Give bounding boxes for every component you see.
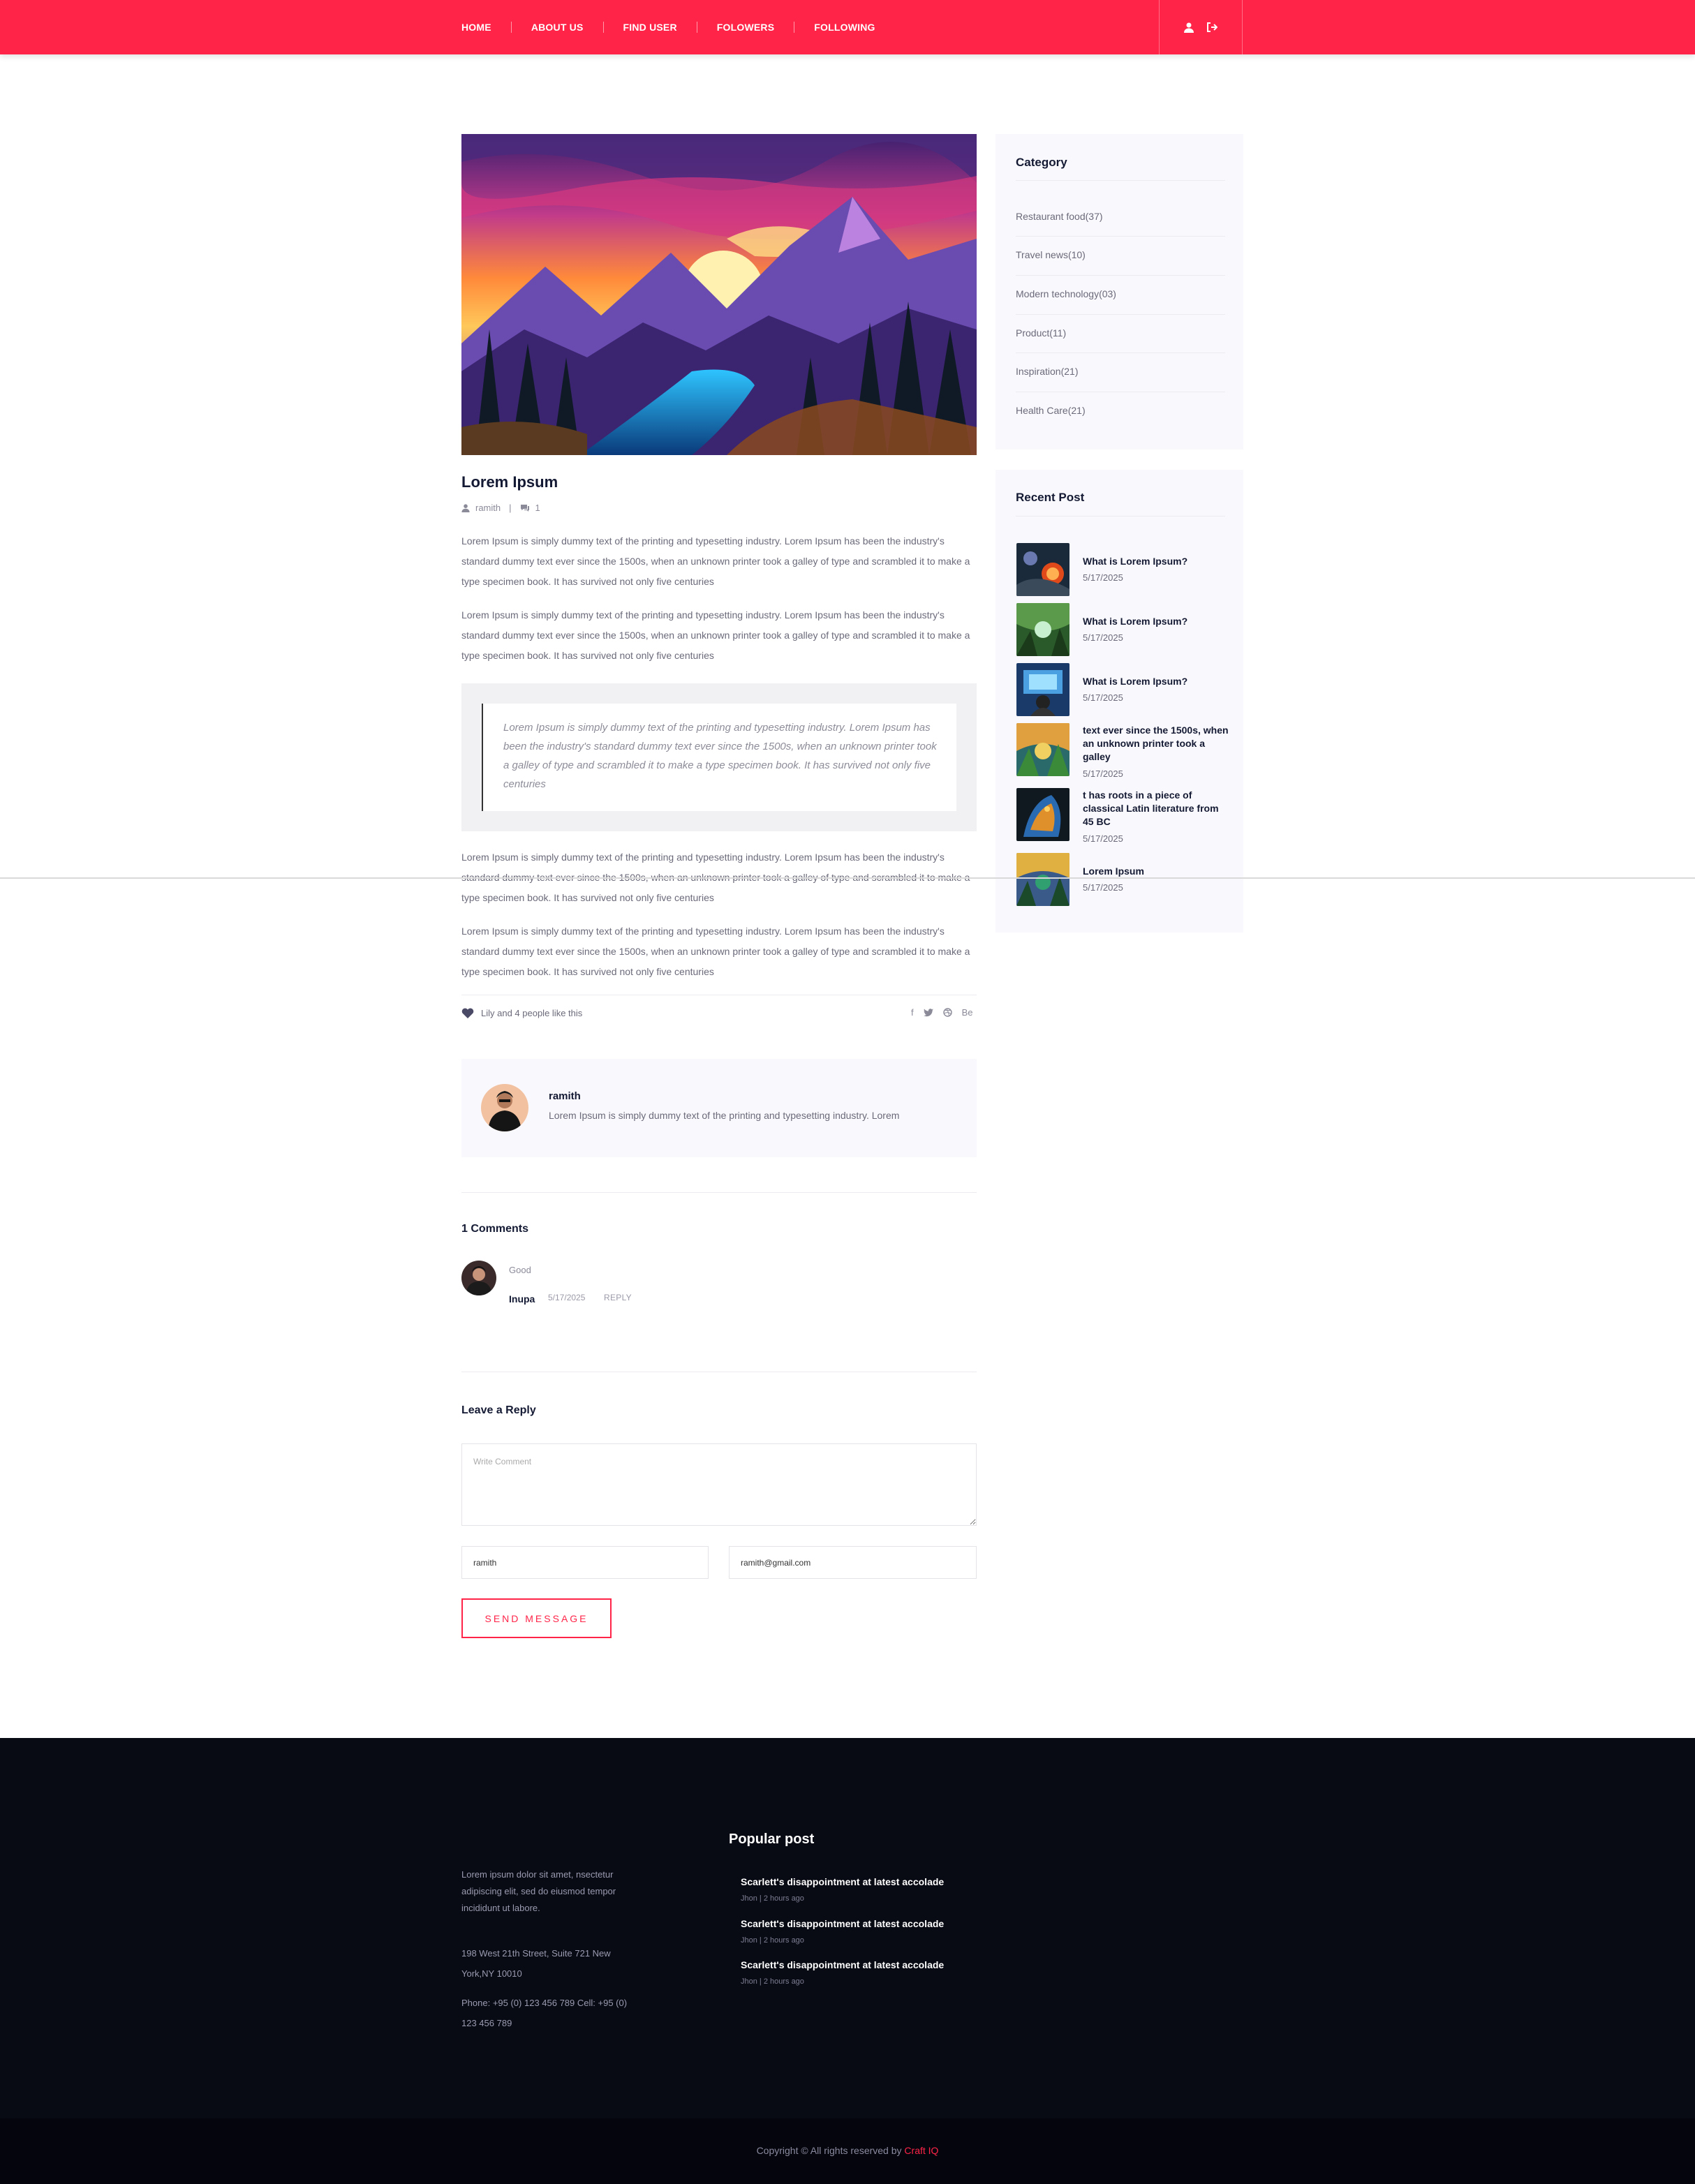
- comments-heading: 1 Comments: [461, 1223, 529, 1235]
- recent-post-thumbnail[interactable]: [1016, 788, 1069, 841]
- category-item[interactable]: Modern technology(03): [1016, 288, 1116, 299]
- user-icon[interactable]: [1184, 22, 1194, 33]
- post-meta: ramith | 1: [461, 503, 540, 513]
- popular-post-title[interactable]: Scarlett's disappointment at latest acco…: [741, 1918, 944, 1929]
- heart-icon[interactable]: [461, 1008, 474, 1018]
- main-nav: HOME ABOUT US FIND USER FOLOWERS FOLLOWI…: [461, 0, 875, 54]
- recent-post-title[interactable]: text ever since the 1500s, when an unkno…: [1083, 724, 1229, 764]
- nav-divider: [510, 22, 512, 33]
- recent-post-title[interactable]: Lorem Ipsum: [1083, 865, 1229, 878]
- footer-about: Lorem ipsum dolor sit amet, nsectetur ad…: [461, 1869, 616, 1913]
- post-paragraph: Lorem Ipsum is simply dummy text of the …: [461, 609, 970, 661]
- comment-date: 5/17/2025: [548, 1293, 586, 1302]
- popular-post-title[interactable]: Scarlett's disappointment at latest acco…: [741, 1876, 944, 1887]
- divider: [461, 1192, 977, 1193]
- recent-post-thumbnail[interactable]: [1016, 603, 1069, 656]
- nav-about-us[interactable]: ABOUT US: [531, 22, 584, 33]
- category-item[interactable]: Health Care(21): [1016, 405, 1086, 416]
- post-likes: Lily and 4 people like this: [461, 1008, 582, 1018]
- nav-find-user[interactable]: FIND USER: [623, 22, 677, 33]
- recent-post-title[interactable]: What is Lorem Ipsum?: [1083, 675, 1229, 688]
- author-avatar: [481, 1084, 528, 1131]
- comment-body: Good: [509, 1265, 531, 1275]
- brand-link[interactable]: Craft IQ: [904, 2145, 938, 2156]
- name-input[interactable]: [461, 1546, 709, 1579]
- meta-divider: |: [509, 503, 512, 513]
- category-item[interactable]: Restaurant food(37): [1016, 211, 1103, 222]
- recent-post-date: 5/17/2025: [1083, 833, 1123, 844]
- nav-home[interactable]: HOME: [461, 22, 491, 33]
- author-bio: Lorem Ipsum is simply dummy text of the …: [549, 1110, 900, 1121]
- dribbble-icon[interactable]: [942, 1008, 952, 1017]
- facebook-icon[interactable]: f: [911, 1007, 914, 1018]
- divider: [1016, 236, 1225, 237]
- recent-post-date: 5/17/2025: [1083, 692, 1123, 703]
- horizontal-rule: [0, 877, 1695, 879]
- divider: [1016, 275, 1225, 276]
- author-name[interactable]: ramith: [549, 1090, 581, 1102]
- divider: [1016, 314, 1225, 315]
- footer-phone: Phone: +95 (0) 123 456 789 Cell: +95 (0)…: [461, 1998, 628, 2028]
- recent-post-title[interactable]: What is Lorem Ipsum?: [1083, 555, 1229, 568]
- twitter-icon[interactable]: [923, 1008, 933, 1017]
- category-heading: Category: [1016, 156, 1067, 169]
- author-card: [461, 1059, 977, 1157]
- comment-textarea[interactable]: [461, 1443, 977, 1526]
- behance-icon[interactable]: Be: [962, 1007, 973, 1018]
- category-item[interactable]: Inspiration(21): [1016, 366, 1079, 377]
- nav-following[interactable]: FOLLOWING: [814, 22, 875, 33]
- share-links: f Be: [911, 1007, 973, 1018]
- comment-author[interactable]: Inupa: [509, 1293, 535, 1305]
- post-author[interactable]: ramith: [475, 503, 501, 513]
- divider: [1016, 516, 1225, 517]
- email-input[interactable]: [729, 1546, 977, 1579]
- comments-icon: [520, 504, 529, 512]
- recent-post-date: 5/17/2025: [1083, 632, 1123, 643]
- popular-post-meta: Jhon | 2 hours ago: [741, 1977, 804, 1986]
- footer-address: 198 West 21th Street, Suite 721 New York…: [461, 1948, 611, 1979]
- divider: [1016, 180, 1225, 181]
- recent-post-thumbnail[interactable]: [1016, 663, 1069, 716]
- comment-reply-link[interactable]: REPLY: [604, 1293, 632, 1302]
- popular-post-meta: Jhon | 2 hours ago: [741, 1894, 804, 1903]
- copyright: Copyright © All rights reserved by Craft…: [0, 2145, 1695, 2156]
- nav-divider: [602, 22, 604, 33]
- recent-post-thumbnail[interactable]: [1016, 853, 1069, 906]
- popular-post-heading: Popular post: [729, 1832, 815, 1847]
- divider: [1016, 352, 1225, 353]
- header-actions: [1159, 0, 1243, 54]
- copyright-text: Copyright © All rights reserved by: [756, 2145, 905, 2156]
- recent-post-thumbnail[interactable]: [1016, 723, 1069, 776]
- sign-out-icon[interactable]: [1206, 22, 1217, 32]
- post-paragraph: Lorem Ipsum is simply dummy text of the …: [461, 926, 970, 977]
- post-comment-count: 1: [535, 503, 540, 513]
- recent-post-date: 5/17/2025: [1083, 572, 1123, 583]
- nav-followers[interactable]: FOLOWERS: [717, 22, 774, 33]
- category-item[interactable]: Product(11): [1016, 327, 1066, 339]
- recent-post-date: 5/17/2025: [1083, 768, 1123, 779]
- post-hero-image: [461, 134, 977, 455]
- category-item[interactable]: Travel news(10): [1016, 249, 1086, 260]
- recent-post-title[interactable]: What is Lorem Ipsum?: [1083, 615, 1229, 628]
- commenter-avatar: [461, 1261, 496, 1295]
- post-paragraph: Lorem Ipsum is simply dummy text of the …: [461, 535, 970, 587]
- recent-post-thumbnail[interactable]: [1016, 543, 1069, 596]
- recent-post-title[interactable]: t has roots in a piece of classical Lati…: [1083, 789, 1229, 829]
- recent-posts-heading: Recent Post: [1016, 491, 1085, 504]
- blockquote-text: Lorem Ipsum is simply dummy text of the …: [503, 722, 937, 790]
- recent-post-date: 5/17/2025: [1083, 882, 1123, 893]
- popular-post-meta: Jhon | 2 hours ago: [741, 1936, 804, 1945]
- user-icon: [461, 503, 470, 512]
- reply-heading: Leave a Reply: [461, 1404, 536, 1416]
- post-title: Lorem Ipsum: [461, 473, 558, 491]
- popular-post-title[interactable]: Scarlett's disappointment at latest acco…: [741, 1959, 944, 1970]
- likes-text: Lily and 4 people like this: [481, 1008, 583, 1018]
- send-message-button[interactable]: SEND MESSAGE: [461, 1598, 612, 1638]
